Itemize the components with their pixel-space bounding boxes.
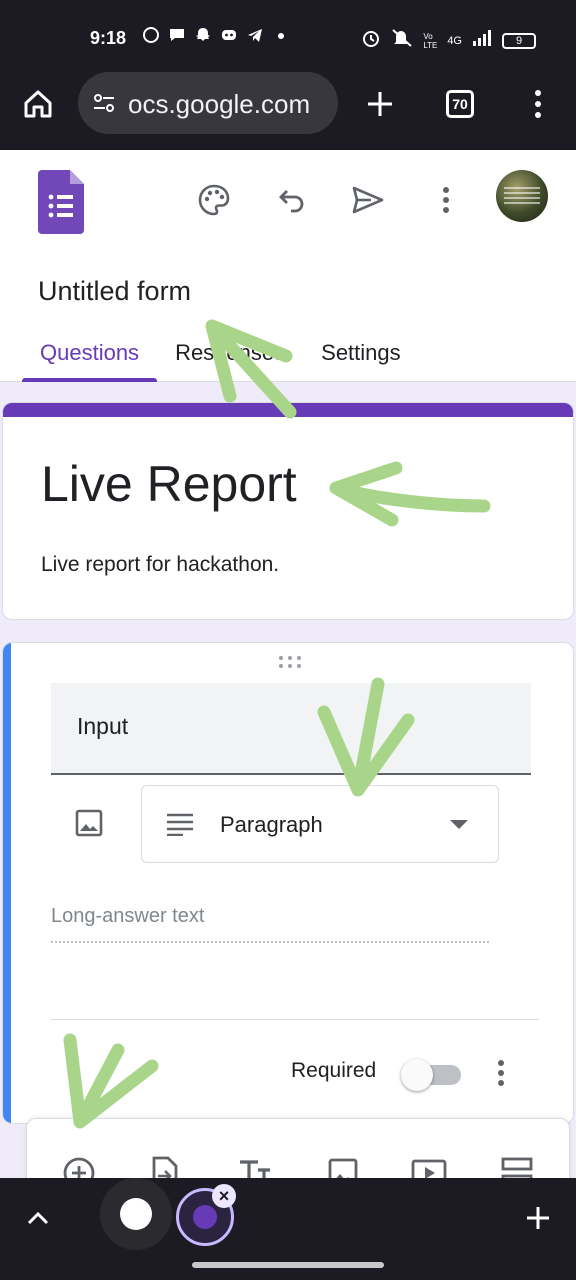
bottom-new-tab-button[interactable] xyxy=(520,1200,556,1236)
home-button[interactable] xyxy=(18,84,58,124)
form-title-card[interactable]: Live Report Live report for hackathon. xyxy=(2,402,574,620)
more-vert-icon xyxy=(443,187,449,213)
signal-icon xyxy=(472,29,492,52)
chevron-down-icon xyxy=(450,820,468,829)
home-icon xyxy=(24,90,52,118)
notification-icons xyxy=(142,26,290,44)
plus-icon xyxy=(527,1207,549,1229)
drag-handle-icon[interactable] xyxy=(277,655,303,669)
more-vert-icon xyxy=(498,1060,504,1086)
paragraph-icon xyxy=(167,813,193,836)
tab-responses[interactable]: Responses xyxy=(157,330,303,382)
status-bar: 9:18 Vo LTE 4G 9 xyxy=(0,18,576,58)
discord-icon xyxy=(220,26,238,44)
undo-button[interactable] xyxy=(270,178,314,222)
card-divider xyxy=(51,1019,539,1020)
tab-questions[interactable]: Questions xyxy=(22,330,158,382)
question-more-button[interactable] xyxy=(483,1051,519,1095)
question-type-dropdown[interactable]: Paragraph xyxy=(141,785,499,863)
browser-menu-button[interactable] xyxy=(518,84,558,124)
forms-header: Untitled form Questions Responses Settin… xyxy=(0,150,576,382)
expand-button[interactable] xyxy=(20,1200,56,1236)
form-title[interactable]: Live Report xyxy=(41,455,297,513)
customize-theme-button[interactable] xyxy=(192,178,236,222)
dot-icon xyxy=(272,26,290,44)
undo-icon xyxy=(279,190,304,213)
form-description[interactable]: Live report for hackathon. xyxy=(41,553,279,577)
snapchat-icon xyxy=(194,26,212,44)
close-icon[interactable]: × xyxy=(212,1184,236,1208)
site-settings-icon[interactable] xyxy=(92,91,116,115)
long-answer-placeholder: Long-answer text xyxy=(51,905,489,943)
add-question-image-button[interactable] xyxy=(67,801,111,845)
volte-label: Vo LTE xyxy=(423,31,438,50)
image-icon xyxy=(75,809,103,837)
tab-switcher-button[interactable]: 70 xyxy=(440,84,480,124)
question-title: Input xyxy=(77,713,129,739)
status-time: 9:18 xyxy=(90,28,127,48)
send-button[interactable] xyxy=(346,178,390,222)
chat-icon xyxy=(168,26,186,44)
more-vert-icon xyxy=(535,90,541,118)
question-title-input[interactable]: Input xyxy=(51,683,531,775)
tab-count: 70 xyxy=(446,90,474,118)
forms-bubble-icon xyxy=(193,1205,217,1229)
question-type-label: Paragraph xyxy=(220,812,323,837)
chevron-up-icon xyxy=(27,1211,49,1225)
google-forms-logo-icon[interactable] xyxy=(38,170,84,234)
alarm-icon xyxy=(361,28,381,53)
mute-icon xyxy=(391,28,413,53)
palette-icon xyxy=(198,184,230,216)
send-icon xyxy=(352,186,384,214)
plus-icon xyxy=(368,92,392,116)
active-card-indicator xyxy=(3,643,11,1123)
form-tabs: Questions Responses Settings xyxy=(22,330,419,382)
question-card[interactable]: Input Paragraph Long-answer text Require… xyxy=(2,642,574,1124)
title-card-band xyxy=(3,403,573,417)
url-text: ocs.google.com xyxy=(128,89,311,119)
tab-settings[interactable]: Settings xyxy=(303,330,419,382)
circle-button[interactable] xyxy=(100,1178,172,1250)
required-toggle[interactable] xyxy=(401,1059,463,1091)
required-label: Required xyxy=(291,1059,377,1082)
battery-indicator: 9 xyxy=(502,32,536,49)
browser-chrome: 9:18 Vo LTE 4G 9 ocs.google.com 70 xyxy=(0,0,576,150)
gesture-bar[interactable] xyxy=(192,1262,384,1268)
telegram-icon xyxy=(246,26,264,44)
form-more-button[interactable] xyxy=(424,178,468,222)
network-label: 4G xyxy=(447,34,462,47)
new-tab-button[interactable] xyxy=(360,84,400,124)
doc-title[interactable]: Untitled form xyxy=(38,276,191,307)
toggle-knob xyxy=(401,1059,433,1091)
avatar[interactable] xyxy=(496,170,548,222)
url-bar[interactable]: ocs.google.com xyxy=(78,72,338,134)
whatsapp-icon xyxy=(142,26,160,44)
system-icons: Vo LTE 4G 9 xyxy=(361,28,536,53)
